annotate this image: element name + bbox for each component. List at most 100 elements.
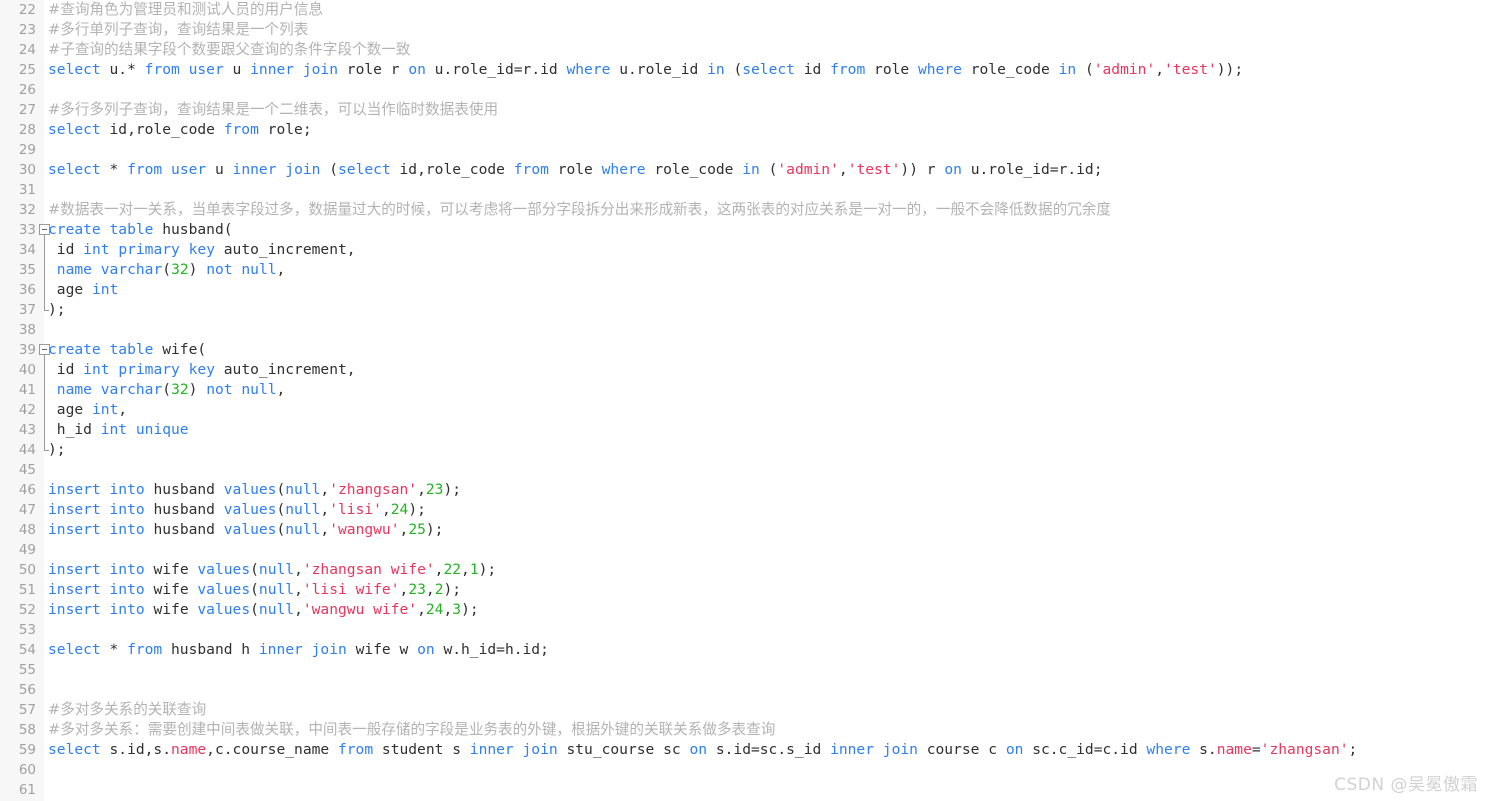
code-token: s.id=sc.s_id <box>707 741 831 758</box>
code-line[interactable]: 23 #多行单列子查询，查询结果是一个列表 <box>0 20 1490 40</box>
code-token: age <box>48 281 92 298</box>
code-line[interactable]: 44); <box>0 440 1490 460</box>
code-line[interactable]: 38 <box>0 320 1490 340</box>
code-line[interactable]: 27 #多行多列子查询，查询结果是一个二维表，可以当作临时数据表使用 <box>0 100 1490 120</box>
code-text: insert into wife values(null,'zhangsan w… <box>48 560 496 580</box>
code-line[interactable]: 51 insert into wife values(null,'lisi wif… <box>0 580 1490 600</box>
code-line[interactable]: 60 <box>0 760 1490 780</box>
code-line[interactable]: 41 name varchar(32) not null, <box>0 380 1490 400</box>
code-line[interactable]: 39 create table wife( <box>0 340 1490 360</box>
code-line[interactable]: 54 select * from husband h inner join wif… <box>0 640 1490 660</box>
code-token: 'lisi wife' <box>302 581 400 598</box>
code-line[interactable]: 57 #多对多关系的关联查询 <box>0 700 1490 720</box>
code-token: values <box>197 581 251 598</box>
code-token: 22 <box>443 561 462 578</box>
code-line[interactable]: 42 age int, <box>0 400 1490 420</box>
code-token: husband <box>144 521 224 538</box>
fold-guide-line-segment <box>44 380 45 400</box>
code-line[interactable]: 50 insert into wife values(null,'zhangsan… <box>0 560 1490 580</box>
code-line[interactable]: 46 insert into husband values(null,'zhang… <box>0 480 1490 500</box>
code-token: ); <box>425 521 444 538</box>
code-line[interactable]: 52 insert into wife values(null,'wangwu w… <box>0 600 1490 620</box>
code-token: , <box>320 481 330 498</box>
code-text: insert into husband values(null,'zhangsa… <box>48 480 461 500</box>
code-line[interactable]: 25 select u.* from user u inner join role… <box>0 60 1490 80</box>
code-line[interactable]: 33 create table husband( <box>0 220 1490 240</box>
code-line[interactable]: 59 select s.id,s.name,c.course_name from … <box>0 740 1490 760</box>
code-line[interactable]: 37); <box>0 300 1490 320</box>
code-token: * <box>100 641 128 658</box>
sql-editor[interactable]: 22 #查询角色为管理员和测试人员的用户信息 23 #多行单列子查询，查询结果是一个列… <box>0 0 1490 801</box>
code-token: u.* <box>100 61 145 78</box>
code-text: create table wife( <box>48 340 206 360</box>
code-token: ,c.course_name <box>206 741 338 758</box>
line-number: 22 <box>18 2 36 18</box>
code-token: #多对多关系：需要创建中间表做关联，中间表一般存储的字段是业务表的外键，根据外键… <box>48 721 776 738</box>
code-token: name <box>56 261 92 278</box>
line-number: 52 <box>18 602 36 618</box>
code-token: table <box>109 221 154 238</box>
code-token: ( <box>162 261 172 278</box>
code-line[interactable]: 61 <box>0 780 1490 800</box>
code-token: ( <box>724 61 743 78</box>
code-token: join <box>302 61 339 78</box>
code-token: husband h <box>162 641 259 658</box>
line-number: 36 <box>18 282 36 298</box>
line-number: 27 <box>18 102 36 118</box>
code-line[interactable]: 55 <box>0 660 1490 680</box>
code-token: 'zhangsan wife' <box>302 561 435 578</box>
code-text: #查询角色为管理员和测试人员的用户信息 <box>48 0 323 20</box>
code-line[interactable]: 45 <box>0 460 1490 480</box>
line-number: 24 <box>18 42 36 58</box>
code-token: from <box>127 161 163 178</box>
code-line[interactable]: 58 #多对多关系：需要创建中间表做关联，中间表一般存储的字段是业务表的外键，根据… <box>0 720 1490 740</box>
code-line[interactable]: 56 <box>0 680 1490 700</box>
code-line[interactable]: 30 select * from user u inner join (selec… <box>0 160 1490 180</box>
code-line[interactable]: 24 #子查询的结果字段个数要跟父查询的条件字段个数一致 <box>0 40 1490 60</box>
code-token: inner <box>250 61 295 78</box>
code-token: wife w <box>346 641 418 658</box>
code-token: where <box>601 161 646 178</box>
code-token: select <box>48 641 101 658</box>
code-line[interactable]: 22 #查询角色为管理员和测试人员的用户信息 <box>0 0 1490 20</box>
code-token: from <box>127 641 163 658</box>
code-token: id,role_code <box>390 161 514 178</box>
code-token: into <box>109 601 145 618</box>
line-number: 34 <box>18 242 36 258</box>
code-text: insert into husband values(null,'lisi',2… <box>48 500 426 520</box>
code-token: table <box>109 341 154 358</box>
code-token: , <box>417 601 426 618</box>
code-line[interactable]: 29 <box>0 140 1490 160</box>
code-token: 23 <box>408 581 426 598</box>
code-line[interactable]: 48 insert into husband values(null,'wangw… <box>0 520 1490 540</box>
code-line[interactable]: 28 select id,role_code from role; <box>0 120 1490 140</box>
code-token: int <box>83 241 110 258</box>
code-line[interactable]: 31 <box>0 180 1490 200</box>
code-token: inner <box>258 641 303 658</box>
code-line[interactable]: 34 id int primary key auto_increment, <box>0 240 1490 260</box>
code-token: husband( <box>153 221 233 238</box>
code-line[interactable]: 40 id int primary key auto_increment, <box>0 360 1490 380</box>
code-line[interactable]: 35 name varchar(32) not null, <box>0 260 1490 280</box>
line-number: 56 <box>18 682 36 698</box>
code-token: in <box>742 161 760 178</box>
code-token: primary <box>118 241 180 258</box>
fold-guide-line-end <box>44 300 49 311</box>
code-line[interactable]: 36 age int <box>0 280 1490 300</box>
code-line[interactable]: 43 h_id int unique <box>0 420 1490 440</box>
code-line[interactable]: 47 insert into husband values(null,'lisi'… <box>0 500 1490 520</box>
code-text: #数据表一对一关系，当单表字段过多，数据量过大的时候，可以考虑将一部分字段拆分出… <box>48 200 1111 220</box>
code-line[interactable]: 53 <box>0 620 1490 640</box>
line-number: 44 <box>18 442 36 458</box>
code-token: int <box>100 421 128 438</box>
line-number: 42 <box>18 402 36 418</box>
line-number: 28 <box>18 122 36 138</box>
code-line[interactable]: 49 <box>0 540 1490 560</box>
code-line[interactable]: 32 #数据表一对一关系，当单表字段过多，数据量过大的时候，可以考虑将一部分字段拆… <box>0 200 1490 220</box>
code-token: wife <box>144 581 198 598</box>
code-line[interactable]: 26 <box>0 80 1490 100</box>
